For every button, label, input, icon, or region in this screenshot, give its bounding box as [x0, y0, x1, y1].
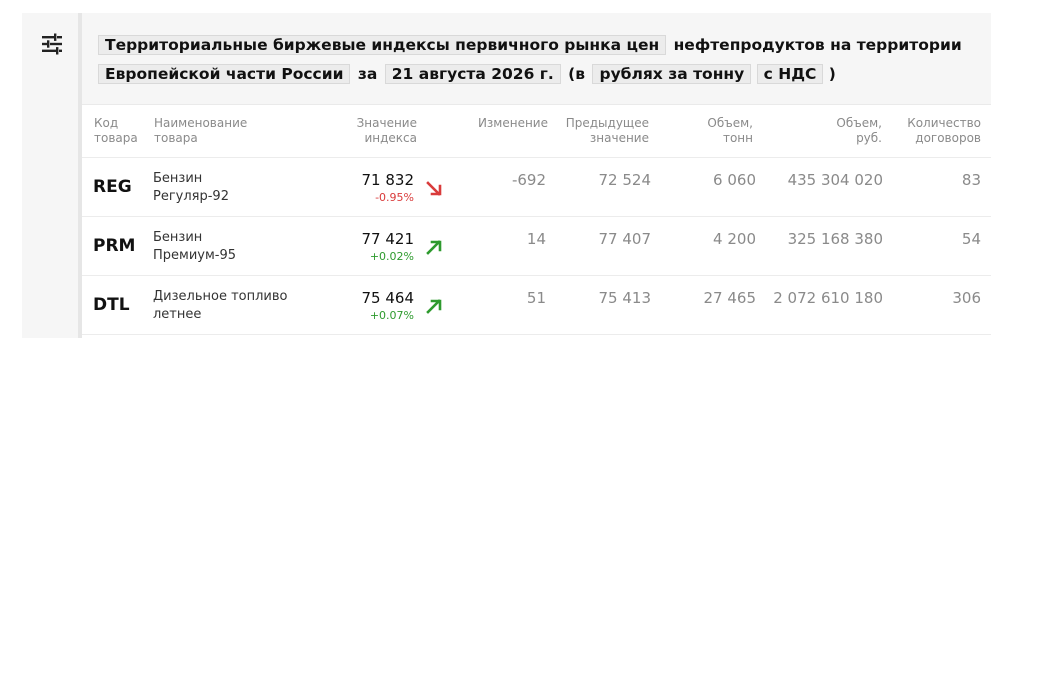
page-title: Территориальные биржевые индексы первичн… — [98, 31, 978, 89]
col-volume-t: Объем, тонн — [707, 116, 753, 145]
index-change-pct: -0.95% — [375, 191, 414, 204]
title-text: нефтепродуктов на территории — [673, 36, 962, 54]
product-code: PRM — [93, 236, 136, 256]
title-open-paren: (в — [568, 65, 586, 83]
previous-value: 72 524 — [598, 171, 652, 189]
sliders-icon[interactable] — [41, 33, 63, 55]
vat-selector[interactable]: с НДС — [756, 64, 824, 84]
table-row[interactable]: PRM Бензин Премиум-95 77 421 +0.02% 14 77… — [82, 217, 991, 276]
header: Территориальные биржевые индексы первичн… — [82, 13, 991, 105]
volume-tonnes: 6 060 — [713, 171, 756, 189]
index-panel: Территориальные биржевые индексы первичн… — [22, 13, 991, 338]
index-table: Код товара Наименование товара Значение инд… — [82, 105, 991, 335]
index-change-pct: +0.02% — [369, 250, 414, 263]
index-value: 77 421 — [361, 230, 415, 248]
change-value: 51 — [526, 289, 546, 307]
arrow-up-right-icon — [426, 299, 442, 314]
index-type-selector[interactable]: Территориальные биржевые индексы первичн… — [98, 35, 667, 55]
col-index-value: Значение индекса — [356, 116, 417, 145]
contracts-count: 83 — [961, 171, 981, 189]
date-selector[interactable]: 21 августа 2026 г. — [384, 64, 561, 84]
col-contracts: Количество договоров — [907, 116, 981, 145]
previous-value: 75 413 — [598, 289, 652, 307]
product-code: REG — [93, 177, 132, 197]
region-selector[interactable]: Европейской части России — [98, 64, 351, 84]
title-close-paren: ) — [828, 65, 836, 83]
arrow-down-right-icon — [426, 181, 442, 196]
product-name: Бензин Регуляр-92 — [153, 171, 229, 204]
col-code: Код товара — [94, 116, 138, 145]
change-value: -692 — [511, 171, 546, 189]
index-change-pct: +0.07% — [369, 309, 414, 322]
table-row[interactable]: DTL Дизельное топливо летнее 75 464 +0.07… — [82, 276, 991, 335]
volume-tonnes: 27 465 — [703, 289, 757, 307]
arrow-up-right-icon — [426, 240, 442, 255]
product-code: DTL — [93, 295, 130, 315]
previous-value: 77 407 — [598, 230, 652, 248]
volume-rub: 2 072 610 180 — [773, 289, 883, 307]
index-value: 71 832 — [361, 171, 415, 189]
title-za: за — [357, 65, 378, 83]
product-name: Бензин Премиум-95 — [153, 230, 237, 263]
change-value: 14 — [526, 230, 546, 248]
contracts-count: 306 — [952, 289, 981, 307]
col-change: Изменение — [477, 116, 548, 130]
content: Территориальные биржевые индексы первичн… — [82, 13, 991, 338]
col-name: Наименование товара — [154, 116, 248, 145]
product-name: Дизельное топливо летнее — [153, 289, 288, 322]
sidebar — [22, 13, 78, 338]
table-header: Код товара Наименование товара Значение инд… — [82, 105, 991, 158]
volume-tonnes: 4 200 — [713, 230, 756, 248]
table-row[interactable]: REG Бензин Регуляр-92 71 832 -0.95% -692 … — [82, 158, 991, 217]
col-volume-rub: Объем, руб. — [836, 116, 882, 145]
index-value: 75 464 — [361, 289, 415, 307]
volume-rub: 325 168 380 — [787, 230, 883, 248]
contracts-count: 54 — [961, 230, 981, 248]
volume-rub: 435 304 020 — [787, 171, 883, 189]
units-selector[interactable]: рублях за тонну — [592, 64, 752, 84]
col-previous: Предыдущее значение — [565, 116, 649, 145]
